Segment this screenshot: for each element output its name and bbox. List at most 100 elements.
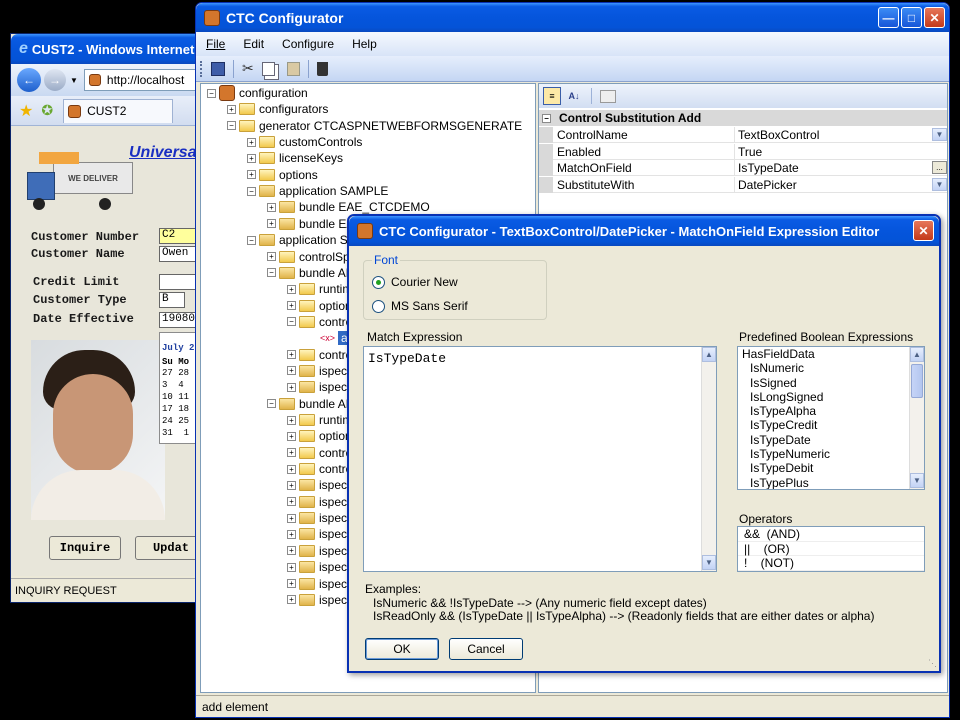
ms-sans-serif-radio[interactable]: MS Sans Serif [372, 299, 468, 313]
tree-node[interactable]: + ispec [287, 477, 347, 493]
match-expression-editor[interactable]: IsTypeDate ▲ ▼ [363, 346, 717, 572]
expand-icon[interactable]: + [267, 219, 276, 229]
predefined-expression-item[interactable]: IsTypePlus [738, 476, 908, 489]
predefined-expression-item[interactable]: IsTypeDate [738, 433, 908, 447]
alphabetical-icon[interactable]: A↓ [565, 87, 583, 105]
predefined-expressions-list[interactable]: HasFieldData IsNumeric IsSigned IsLongSigne… [737, 346, 925, 490]
address-bar[interactable]: http://localhost [83, 69, 209, 91]
tree-node[interactable]: + ispec [287, 592, 347, 608]
expand-icon[interactable]: + [287, 284, 296, 294]
expand-icon[interactable]: + [287, 546, 296, 556]
property-row[interactable]: MatchOnField IsTypeDate... [539, 160, 947, 176]
courier-new-radio[interactable]: Courier New [372, 275, 458, 289]
tree-node[interactable]: + configurators [227, 101, 328, 117]
predefined-expression-item[interactable]: IsTypeAlpha [738, 404, 908, 418]
tree-node[interactable]: − configuration [207, 85, 308, 101]
collapse-icon[interactable]: − [247, 186, 256, 196]
tree-node[interactable]: + ispec [287, 379, 347, 395]
customer-type-input[interactable]: B [159, 292, 185, 308]
tree-node[interactable]: − application SAMPLE [247, 183, 388, 199]
collapse-icon[interactable]: − [227, 121, 236, 131]
property-category-row[interactable]: − Control Substitution Add [539, 110, 947, 126]
predefined-expression-item[interactable]: HasFieldData [738, 347, 908, 361]
tree-node[interactable]: + option [287, 298, 352, 314]
delete-icon[interactable] [316, 61, 328, 76]
dialog-titlebar[interactable]: CTC Configurator - TextBoxControl/DatePi… [349, 216, 939, 246]
tree-node[interactable]: + options [247, 167, 318, 183]
expand-icon[interactable]: + [287, 513, 296, 523]
browser-titlebar[interactable]: e CUST2 - Windows Internet Explorer [11, 34, 251, 64]
minimize-button[interactable]: — [878, 7, 899, 28]
tree-node[interactable]: − contro [287, 314, 352, 330]
tree-node[interactable]: + contro [287, 347, 352, 363]
property-row[interactable]: SubstituteWith DatePicker ▼ [539, 176, 947, 193]
property-row[interactable]: ControlName TextBoxControl ▼ [539, 127, 947, 143]
browser-tab[interactable]: CUST2 [63, 98, 174, 123]
ok-button[interactable]: OK [365, 638, 439, 660]
expand-icon[interactable]: + [287, 350, 296, 360]
collapse-icon[interactable]: − [287, 317, 296, 327]
match-scrollbar[interactable]: ▲ ▼ [701, 347, 716, 571]
add-favorite-icon[interactable]: ✪ [41, 102, 53, 119]
tree-node[interactable]: <x> a [307, 330, 351, 346]
categorized-icon[interactable]: ≡ [543, 87, 561, 105]
expand-icon[interactable]: + [287, 562, 296, 572]
operators-list[interactable]: && (AND) || (OR)! (NOT) [737, 526, 925, 572]
collapse-icon[interactable]: − [542, 113, 551, 123]
menu-configure[interactable]: Configure [282, 37, 334, 51]
inquire-button[interactable]: Inquire [49, 536, 121, 560]
expand-icon[interactable]: + [287, 301, 296, 311]
close-button[interactable]: ✕ [924, 7, 945, 28]
expand-icon[interactable]: + [287, 497, 296, 507]
back-icon[interactable]: ← [17, 68, 41, 92]
tree-node[interactable]: + option [287, 428, 352, 444]
expand-icon[interactable]: + [287, 529, 296, 539]
expand-icon[interactable]: + [287, 595, 296, 605]
chevron-down-icon[interactable]: ▼ [932, 128, 947, 141]
copy-icon[interactable] [261, 61, 275, 76]
tree-node[interactable]: − bundle AB [267, 265, 354, 281]
expand-icon[interactable]: + [287, 464, 296, 474]
app-heading[interactable]: Universal [129, 144, 201, 162]
tree-node[interactable]: + contro [287, 461, 352, 477]
property-row[interactable]: Enabled True [539, 143, 947, 160]
expand-icon[interactable]: + [287, 431, 296, 441]
resize-grip-icon[interactable]: ⋱ [928, 658, 937, 669]
cancel-button[interactable]: Cancel [449, 638, 523, 660]
expand-icon[interactable]: + [287, 415, 296, 425]
tree-node[interactable]: + controlSp [267, 249, 350, 265]
menu-file[interactable]: File [206, 37, 225, 51]
tree-node[interactable]: + ispec [287, 510, 347, 526]
predefined-expression-item[interactable]: IsLongSigned [738, 390, 908, 404]
expand-icon[interactable]: + [247, 153, 256, 163]
operator-item[interactable]: && (AND) [738, 527, 924, 542]
predefined-expression-item[interactable]: IsSigned [738, 376, 908, 390]
scroll-up-icon[interactable]: ▲ [910, 347, 924, 362]
tree-node[interactable]: + ispec [287, 494, 347, 510]
tree-node[interactable]: − application SA [247, 232, 356, 248]
property-pages-icon[interactable] [600, 89, 616, 103]
save-icon[interactable] [211, 61, 225, 76]
property-value[interactable]: True [738, 145, 762, 159]
scroll-down-icon[interactable]: ▼ [702, 555, 716, 570]
tree-node[interactable]: + runtim [287, 281, 352, 297]
expand-icon[interactable]: + [227, 104, 236, 114]
expand-icon[interactable]: + [267, 202, 276, 212]
expand-icon[interactable]: + [287, 579, 296, 588]
expand-icon[interactable]: + [267, 252, 276, 261]
operator-item[interactable]: || (OR) [738, 542, 924, 556]
chevron-down-icon[interactable]: ▼ [932, 177, 947, 191]
configurator-titlebar[interactable]: CTC Configurator — □ ✕ [196, 3, 949, 32]
menu-help[interactable]: Help [352, 37, 377, 51]
paste-icon[interactable] [286, 61, 300, 76]
cut-icon[interactable]: ✂ [242, 60, 254, 77]
property-value[interactable]: IsTypeDate [738, 161, 799, 175]
expand-icon[interactable]: + [247, 170, 256, 180]
collapse-icon[interactable]: − [207, 88, 216, 98]
scroll-down-icon[interactable]: ▼ [910, 473, 924, 488]
tree-node[interactable]: − generator CTCASPNETWEBFORMSGENERATE [227, 118, 522, 134]
expand-icon[interactable]: + [287, 366, 296, 376]
tree-node[interactable]: + customControls [247, 134, 362, 150]
tree-node[interactable]: + ispec [287, 543, 347, 559]
predefined-expression-item[interactable]: IsTypeCredit [738, 418, 908, 432]
